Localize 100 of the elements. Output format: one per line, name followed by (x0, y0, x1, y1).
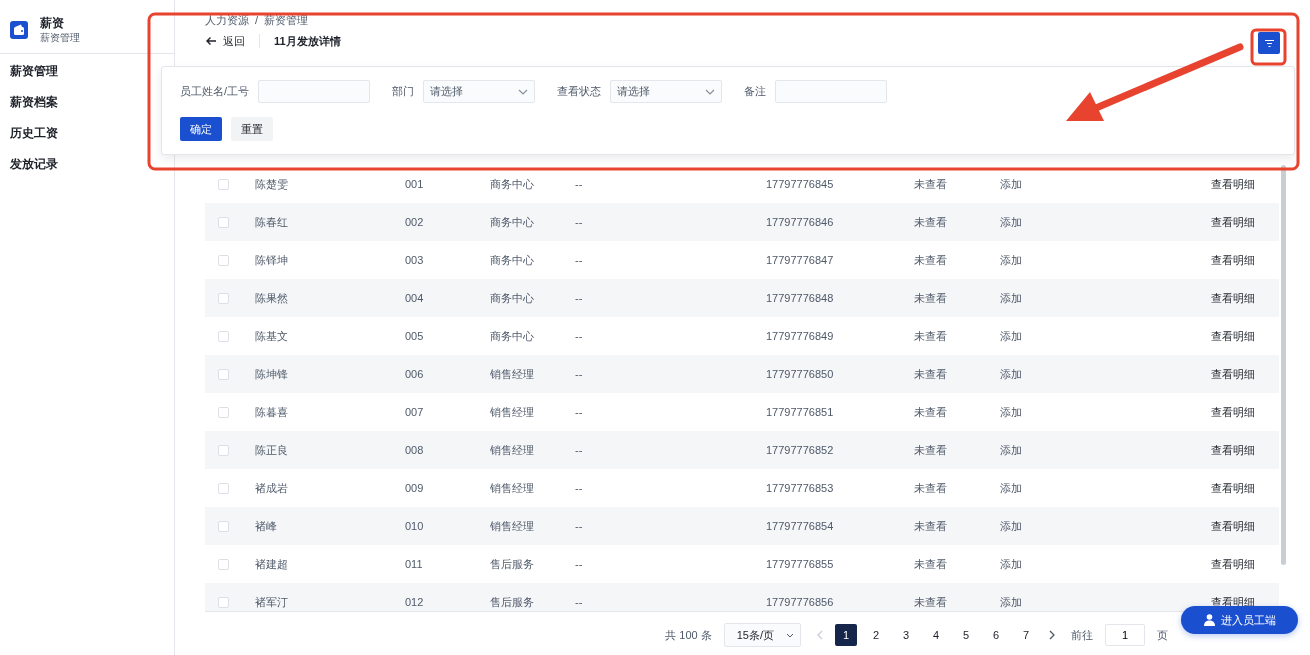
row-checkbox[interactable] (218, 254, 229, 266)
number-cell: 006 (405, 368, 424, 380)
view-details-link[interactable]: 查看明细 (1211, 480, 1255, 496)
view-details-link[interactable]: 查看明细 (1211, 556, 1255, 572)
field-label: 查看状态 (557, 84, 602, 99)
row-checkbox[interactable] (218, 178, 229, 190)
row-checkbox[interactable] (218, 368, 229, 380)
sidebar-item[interactable]: 薪资管理 (0, 56, 68, 87)
page-number[interactable]: 1 (835, 624, 857, 646)
status-cell: 未查看 (914, 329, 947, 342)
number-cell: 008 (405, 444, 424, 456)
row-checkbox[interactable] (218, 520, 229, 532)
text-field[interactable] (258, 80, 371, 103)
row-checkbox[interactable] (218, 558, 229, 570)
name-cell: 褚建超 (255, 557, 288, 570)
name-cell: 陈铎坤 (255, 253, 288, 266)
name-cell: 陈春红 (255, 215, 288, 228)
app-subtitle: 薪资管理 (40, 30, 80, 44)
add-cell: 添加 (1000, 481, 1022, 494)
breadcrumb-item[interactable]: 人力资源 (205, 13, 249, 27)
page-number[interactable]: 5 (955, 624, 977, 646)
page-number[interactable]: 3 (895, 624, 917, 646)
chevron-down-icon (705, 88, 716, 95)
wallet-logo-icon (10, 20, 28, 39)
view-details-link[interactable]: 查看明细 (1211, 366, 1255, 382)
breadcrumb-item[interactable]: 薪资管理 (264, 13, 309, 27)
add-cell: 添加 (1000, 215, 1022, 228)
sidebar-item[interactable]: 薪资档案 (0, 87, 68, 118)
name-cell: 陈楚雯 (255, 177, 288, 190)
page-number[interactable]: 2 (865, 624, 887, 646)
note-cell: -- (575, 178, 583, 190)
back-link[interactable]: 返回 (205, 33, 245, 49)
phone-cell: 17797776851 (766, 406, 834, 418)
employee-portal-button[interactable]: 进入员工端 (1181, 606, 1298, 634)
phone-cell: 17797776846 (766, 216, 834, 228)
number-cell: 004 (405, 292, 424, 304)
select-field[interactable]: 请选择 (610, 80, 723, 103)
row-checkbox[interactable] (218, 596, 229, 608)
breadcrumb-item[interactable]: / (255, 13, 259, 27)
department-cell: 商务中心 (490, 177, 534, 190)
text-field[interactable] (775, 80, 888, 103)
status-cell: 未查看 (914, 367, 947, 380)
reset-button[interactable]: 重置 (231, 117, 273, 141)
number-cell: 010 (405, 520, 424, 532)
department-cell: 商务中心 (490, 329, 534, 342)
page-number[interactable]: 7 (1015, 624, 1037, 646)
status-cell: 未查看 (914, 291, 947, 304)
scrollbar-thumb[interactable] (1281, 165, 1286, 565)
add-cell: 添加 (1000, 405, 1022, 418)
department-cell: 销售经理 (490, 443, 534, 456)
phone-cell: 17797776847 (766, 254, 834, 266)
sidebar-item[interactable]: 历史工资 (0, 118, 68, 149)
note-cell: -- (575, 596, 583, 608)
name-cell: 褚成岩 (255, 481, 288, 494)
view-details-link[interactable]: 查看明细 (1211, 252, 1255, 268)
add-cell: 添加 (1000, 367, 1022, 380)
row-checkbox[interactable] (218, 482, 229, 494)
view-details-link[interactable]: 查看明细 (1211, 442, 1255, 458)
view-details-link[interactable]: 查看明细 (1211, 328, 1255, 344)
page-input[interactable]: 1 (1105, 624, 1145, 646)
number-cell: 007 (405, 406, 424, 418)
field-label: 员工姓名/工号 (180, 84, 250, 99)
select-field[interactable]: 请选择 (423, 80, 536, 103)
department-cell: 商务中心 (490, 215, 534, 228)
status-cell: 未查看 (914, 405, 947, 418)
status-cell: 未查看 (914, 253, 947, 266)
row-checkbox[interactable] (218, 406, 229, 418)
phone-cell: 17797776849 (766, 330, 834, 342)
sidebar-item[interactable]: 发放记录 (0, 149, 68, 180)
chevron-down-icon (786, 632, 794, 638)
page-number[interactable]: 6 (985, 624, 1007, 646)
view-details-link[interactable]: 查看明细 (1211, 214, 1255, 230)
department-cell: 销售经理 (490, 405, 534, 418)
note-cell: -- (575, 444, 583, 456)
page-title: 11月发放详情 (274, 33, 341, 49)
add-cell: 添加 (1000, 253, 1022, 266)
status-cell: 未查看 (914, 595, 947, 608)
note-cell: -- (575, 254, 583, 266)
row-checkbox[interactable] (218, 330, 229, 342)
phone-cell: 17797776852 (766, 444, 834, 456)
view-details-link[interactable]: 查看明细 (1211, 518, 1255, 534)
number-cell: 011 (405, 558, 423, 570)
page-size-select[interactable]: 15条/页 (723, 623, 801, 647)
row-checkbox[interactable] (218, 292, 229, 304)
view-details-link[interactable]: 查看明细 (1211, 176, 1255, 192)
department-cell: 销售经理 (490, 481, 534, 494)
filter-icon (1264, 39, 1274, 47)
add-cell: 添加 (1000, 329, 1022, 342)
number-cell: 003 (405, 254, 424, 266)
add-cell: 添加 (1000, 519, 1022, 532)
number-cell: 001 (405, 178, 424, 190)
note-cell: -- (575, 482, 583, 494)
view-details-link[interactable]: 查看明细 (1211, 290, 1255, 306)
name-cell: 褚峰 (255, 519, 277, 532)
confirm-button[interactable]: 确定 (180, 117, 222, 141)
row-checkbox[interactable] (218, 216, 229, 228)
filter-button[interactable] (1258, 32, 1280, 54)
row-checkbox[interactable] (218, 444, 229, 456)
view-details-link[interactable]: 查看明细 (1211, 404, 1255, 420)
page-number[interactable]: 4 (925, 624, 947, 646)
